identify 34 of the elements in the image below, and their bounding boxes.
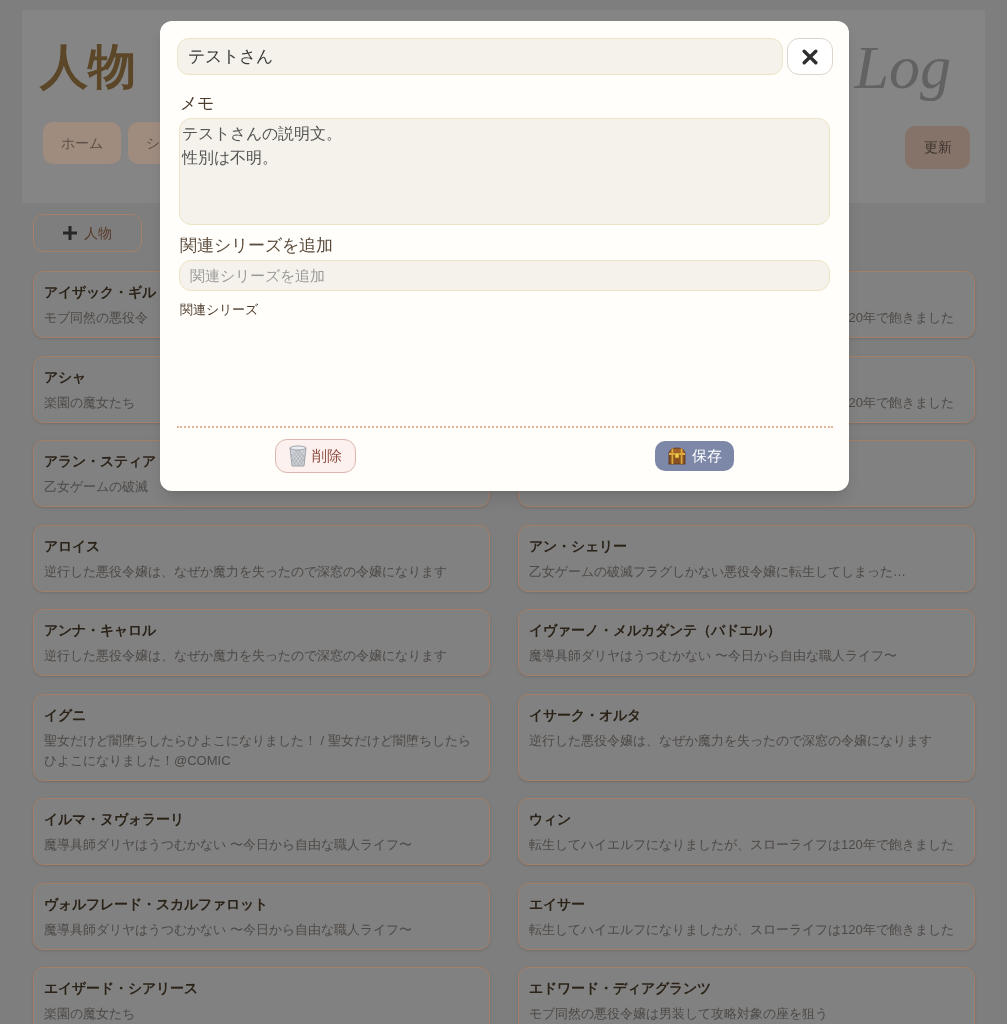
character-name: アン・シェリー [529, 536, 627, 556]
add-person-button[interactable]: 人物 [33, 214, 142, 252]
close-icon [802, 48, 818, 65]
wastebasket-icon [289, 445, 307, 467]
character-name: ウィン [529, 810, 571, 829]
close-button[interactable] [787, 38, 833, 75]
character-name: エドワード・ディアグランツ [529, 979, 711, 998]
save-button[interactable]: 保存 [655, 441, 734, 471]
delete-button[interactable]: 削除 [275, 439, 356, 473]
character-name: イヴァーノ・メルカダンテ（バドエル） [529, 621, 781, 640]
character-name: アンナ・キャロル [44, 621, 156, 640]
refresh-button[interactable]: 更新 [905, 126, 970, 169]
character-name: エイサー [529, 894, 585, 914]
character-name: アラン・スティア [44, 452, 156, 471]
character-name: イルマ・ヌヴォラーリ [44, 810, 184, 829]
character-name: アイザック・ギル [44, 283, 156, 302]
character-name: アロイス [44, 536, 100, 556]
page-title: 人物 [40, 39, 136, 95]
memo-textarea[interactable]: テストさんの説明文。 性別は不明。 [179, 118, 830, 225]
memo-line: 性別は不明。 [182, 148, 278, 168]
character-name: エイザード・シアリース [44, 979, 198, 998]
series-input[interactable]: 関連シリーズを追加 [179, 260, 830, 291]
memo-line: テストさんの説明文。 [182, 124, 342, 144]
nav-button[interactable]: ホーム [43, 122, 121, 164]
character-name: ヴォルフレード・スカルファロット [44, 894, 268, 914]
series-label: 関連シリーズを追加 [180, 235, 333, 257]
memo-label: メモ [180, 93, 214, 115]
character-name: イサーク・オルタ [529, 705, 641, 725]
related-series-label: 関連シリーズ [180, 301, 258, 319]
character-name: イグニ [44, 705, 86, 725]
character-name: アシャ [44, 367, 86, 387]
name-input[interactable]: テストさん [177, 38, 783, 75]
plus-icon [63, 226, 77, 240]
treasure-chest-icon [667, 447, 687, 465]
